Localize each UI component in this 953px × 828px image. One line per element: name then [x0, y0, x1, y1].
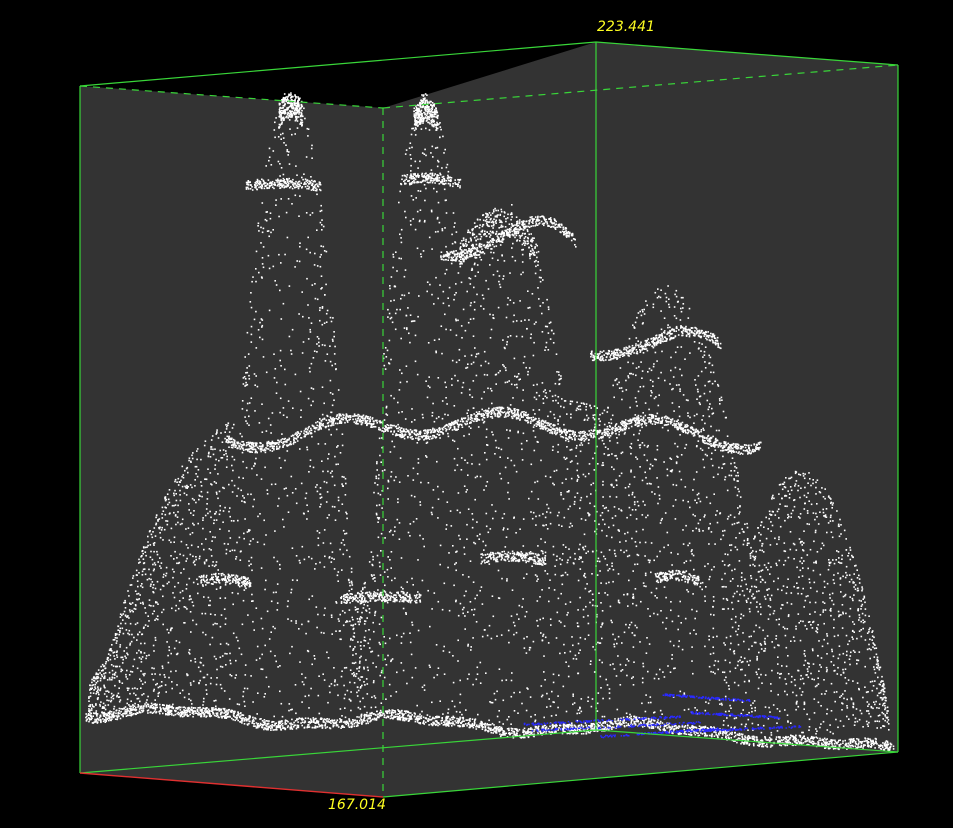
3d-viewport[interactable]: 223.441 167.014 — [0, 0, 953, 828]
z-max-label: 223.441 — [597, 19, 655, 35]
scene-canvas[interactable] — [0, 0, 953, 828]
x-max-label: 167.014 — [328, 797, 386, 813]
